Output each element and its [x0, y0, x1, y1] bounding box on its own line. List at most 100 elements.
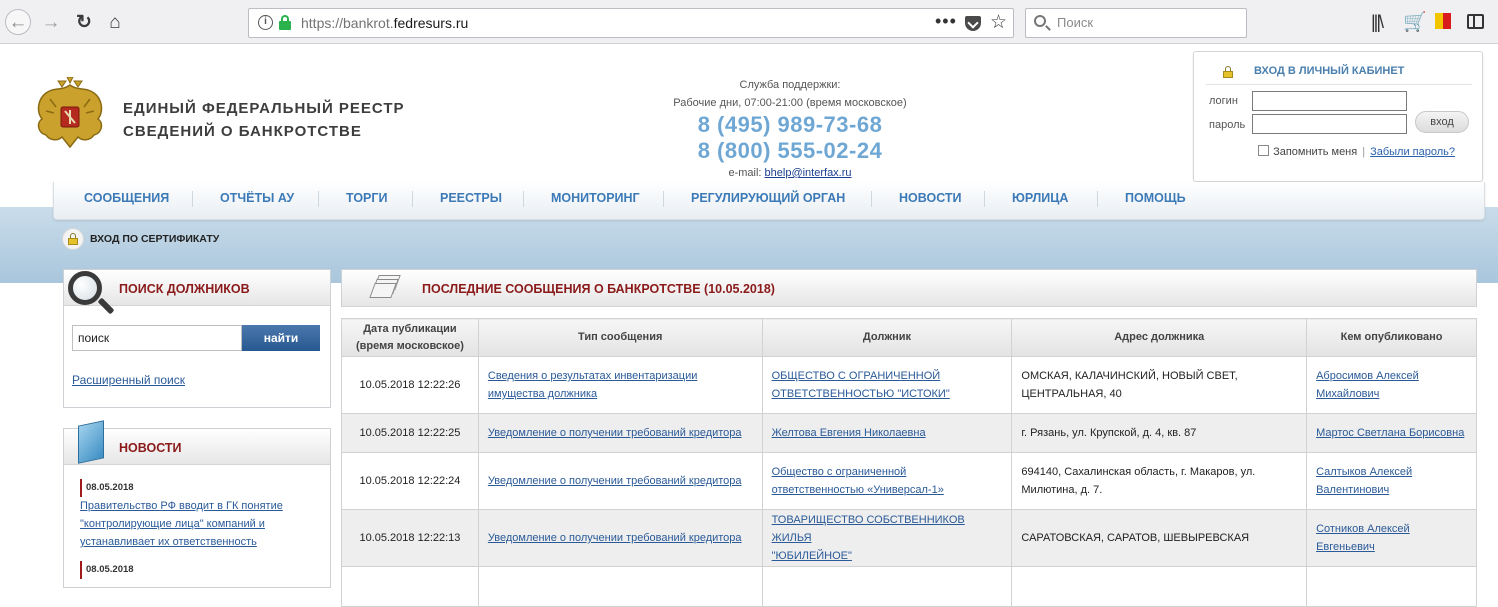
home-icon[interactable]: ⌂ [102, 9, 128, 35]
login-field[interactable] [1252, 91, 1407, 111]
debtor-search-input[interactable] [72, 325, 242, 351]
cell-debtor: Желтова Евгения Николаевна [761, 413, 1013, 453]
password-label: пароль [1209, 119, 1246, 131]
cell-debtor: ОБЩЕСТВО С ОГРАНИЧЕННОЙ ОТВЕТСТВЕННОСТЬЮ … [761, 356, 1013, 414]
cell-address: 694140, Сахалинская область, г. Макаров,… [1011, 452, 1308, 510]
messages-title: ПОСЛЕДНИЕ СООБЩЕНИЯ О БАНКРОТСТВЕ (10.05… [422, 282, 775, 296]
news-date: 08.05.2018 [80, 561, 134, 579]
nav-divider [412, 191, 413, 207]
nav-item-regulator[interactable]: РЕГУЛИРУЮЩИЙ ОРГАН [691, 191, 845, 205]
cell-type: Уведомление о получении требований креди… [477, 509, 763, 567]
message-type-link[interactable]: Уведомление о получении требований креди… [488, 532, 742, 544]
nav-item-legal-entities[interactable]: ЮРЛИЦА [1012, 191, 1068, 205]
login-submit-button[interactable]: вход [1415, 111, 1469, 133]
site-title-line1: ЕДИНЫЙ ФЕДЕРАЛЬНЫЙ РЕЕСТР [123, 100, 405, 117]
message-type-link[interactable]: Уведомление о получении требований креди… [488, 427, 742, 439]
publisher-link[interactable]: Салтыков Алексей Валентинович [1316, 463, 1467, 499]
cell-date: 10.05.2018 12:22:26 [341, 356, 479, 414]
column-header-publisher[interactable]: Кем опубликовано [1306, 318, 1477, 357]
news-item: 08.05.2018 [80, 561, 134, 579]
library-icon[interactable]: |||\ [1371, 12, 1384, 33]
find-button[interactable]: найти [242, 325, 320, 351]
search-icon [1034, 15, 1046, 27]
news-title: НОВОСТИ [119, 441, 182, 455]
lock-icon [1223, 66, 1233, 78]
browser-search-bar[interactable]: Поиск [1025, 8, 1247, 38]
site-title[interactable]: ЕДИНЫЙ ФЕДЕРАЛЬНЫЙ РЕЕСТР СВЕДЕНИЙ О БАН… [123, 97, 405, 143]
shopping-cart-icon[interactable]: 🛒 [1403, 10, 1427, 34]
certificate-login-label: ВХОД ПО СЕРТИФИКАТУ [90, 233, 220, 245]
sidebar-toggle-icon[interactable] [1467, 14, 1484, 29]
cell-date: 10.05.2018 12:22:24 [341, 452, 479, 510]
bookmark-star-icon[interactable]: ☆ [990, 11, 1007, 34]
password-field[interactable] [1252, 114, 1407, 134]
table-row: 10.05.2018 12:22:26 Сведения о результат… [341, 356, 1477, 414]
pocket-icon[interactable] [965, 16, 981, 31]
page: ЕДИНЫЙ ФЕДЕРАЛЬНЫЙ РЕЕСТР СВЕДЕНИЙ О БАН… [0, 45, 1498, 607]
page-actions-menu-icon[interactable]: ••• [935, 11, 957, 32]
nav-item-auctions[interactable]: ТОРГИ [346, 191, 387, 205]
debtor-link[interactable]: ТОВАРИЩЕСТВО СОБСТВЕННИКОВ ЖИЛЬЯ "ЮБИЛЕЙН… [772, 511, 1003, 565]
column-header-date[interactable]: Дата публикации (время московское) [341, 318, 479, 357]
support-email-link[interactable]: bhelp@interfax.ru [765, 167, 852, 179]
nav-item-messages[interactable]: СООБЩЕНИЯ [84, 191, 169, 205]
padlock-icon[interactable] [279, 15, 291, 30]
nav-divider [318, 191, 319, 207]
reload-icon[interactable]: ↻ [71, 9, 97, 35]
remember-me-label[interactable]: Запомнить меня [1273, 146, 1357, 158]
column-header-address[interactable]: Адрес должника [1011, 318, 1308, 357]
main-nav: СООБЩЕНИЯ ОТЧЁТЫ АУ ТОРГИ РЕЕСТРЫ МОНИТО… [53, 182, 1485, 220]
cell-type: Сведения о результатах инвентаризации иму… [477, 356, 763, 414]
support-hours: Рабочие дни, 07:00-21:00 (время московск… [673, 97, 907, 109]
nav-item-help[interactable]: ПОМОЩЬ [1125, 191, 1186, 205]
magnifier-icon [68, 271, 102, 305]
cell-publisher: Сотников Алексей Евгеньевич [1306, 509, 1477, 567]
forgot-password-link[interactable]: Забыли пароль? [1370, 146, 1455, 158]
publisher-link[interactable]: Абросимов Алексей Михайлович [1316, 367, 1467, 403]
browser-toolbar: ← → ↻ ⌂ i https://bankrot.fedresurs.ru •… [0, 0, 1498, 44]
nav-item-reports[interactable]: ОТЧЁТЫ АУ [220, 191, 294, 205]
forward-arrow-icon[interactable]: → [38, 9, 64, 35]
cell-debtor: Общество с ограниченной ответственностью … [761, 452, 1013, 510]
debtor-link[interactable]: ОБЩЕСТВО С ОГРАНИЧЕННОЙ ОТВЕТСТВЕННОСТЬЮ … [772, 367, 1003, 403]
certificate-login-link[interactable]: ВХОД ПО СЕРТИФИКАТУ [62, 228, 219, 250]
login-box: ВХОД В ЛИЧНЫЙ КАБИНЕТ логин пароль вход … [1193, 51, 1483, 182]
publisher-link[interactable]: Сотников Алексей Евгеньевич [1316, 520, 1467, 556]
debtor-search-title: ПОИСК ДОЛЖНИКОВ [119, 282, 250, 296]
column-header-type[interactable]: Тип сообщения [477, 318, 763, 357]
documents-icon [369, 275, 401, 299]
nav-item-monitoring[interactable]: МОНИТОРИНГ [551, 191, 640, 205]
cell-date: 10.05.2018 12:22:13 [341, 509, 479, 567]
table-row: 10.05.2018 12:22:13 Уведомление о получе… [341, 509, 1477, 567]
url-text[interactable]: https://bankrot.fedresurs.ru [301, 15, 468, 31]
support-phone-1: 8 (495) 989-73-68 [697, 112, 883, 137]
address-bar[interactable]: i https://bankrot.fedresurs.ru ••• ☆ [248, 8, 1014, 38]
cell-publisher: Абросимов Алексей Михайлович [1306, 356, 1477, 414]
remember-me-checkbox[interactable] [1258, 145, 1269, 156]
message-type-link[interactable]: Сведения о результатах инвентаризации иму… [488, 367, 753, 403]
support-label: Служба поддержки: [739, 79, 841, 91]
nav-divider [192, 191, 193, 207]
nav-item-registries[interactable]: РЕЕСТРЫ [440, 191, 502, 205]
debtor-link[interactable]: Желтова Евгения Николаевна [772, 427, 926, 439]
info-icon[interactable]: i [258, 15, 273, 30]
login-title: ВХОД В ЛИЧНЫЙ КАБИНЕТ [1254, 65, 1405, 77]
support-email-row: e-mail: bhelp@interfax.ru [640, 164, 940, 182]
cell-type: Уведомление о получении требований креди… [477, 452, 763, 510]
message-type-link[interactable]: Уведомление о получении требований креди… [488, 475, 742, 487]
flag-extension-icon[interactable] [1435, 13, 1451, 29]
debtor-search-panel: ПОИСК ДОЛЖНИКОВ найти Расширенный поиск [63, 269, 331, 408]
publisher-link[interactable]: Мартос Светлана Борисовна [1316, 427, 1464, 439]
nav-divider [871, 191, 872, 207]
table-row: 10.05.2018 12:22:25 Уведомление о получе… [341, 413, 1477, 453]
certificate-lock-icon [62, 228, 84, 250]
news-link[interactable]: Правительство РФ вводит в ГК понятие "ко… [80, 497, 283, 551]
debtor-link[interactable]: Общество с ограниченной ответственностью … [772, 463, 1003, 499]
cell-address: г. Рязань, ул. Крупской, д. 4, кв. 87 [1011, 413, 1308, 453]
nav-item-news[interactable]: НОВОСТИ [899, 191, 962, 205]
coat-of-arms-emblem[interactable] [32, 77, 108, 155]
back-arrow-icon[interactable]: ← [5, 9, 31, 35]
column-header-debtor[interactable]: Должник [761, 318, 1013, 357]
advanced-search-link[interactable]: Расширенный поиск [72, 373, 185, 387]
email-label: e-mail: [728, 167, 762, 179]
